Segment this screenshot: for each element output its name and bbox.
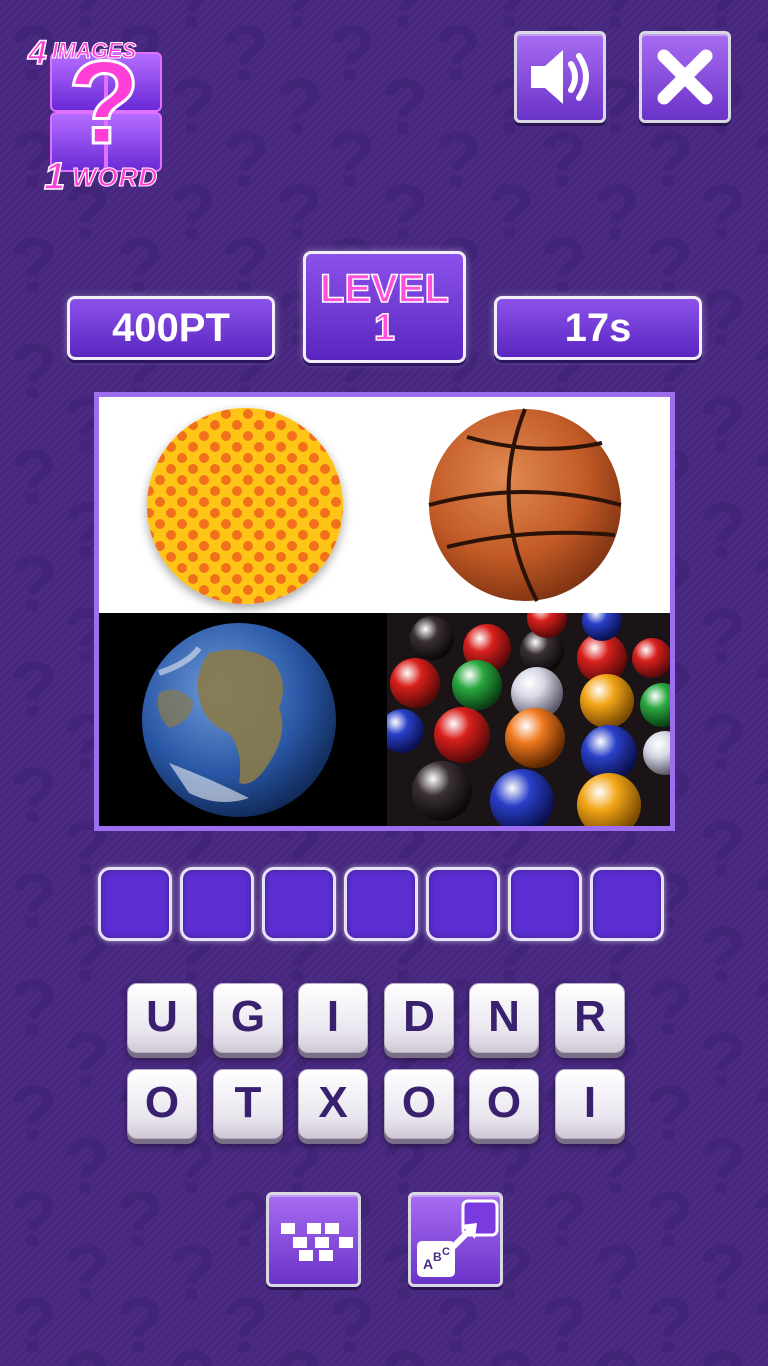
letter-swap-button[interactable]: A B C: [408, 1192, 503, 1287]
close-button[interactable]: [639, 31, 731, 123]
reveal-letters-icon: [281, 1223, 353, 1261]
svg-text:A: A: [423, 1256, 433, 1272]
letter-key[interactable]: D: [384, 983, 454, 1053]
letter-key[interactable]: O: [127, 1069, 197, 1139]
letter-key[interactable]: U: [127, 983, 197, 1053]
svg-text:B: B: [433, 1250, 442, 1264]
level-display: LEVEL 1: [303, 251, 466, 363]
score-display: 400PT: [67, 296, 275, 360]
answer-slot[interactable]: [262, 867, 336, 941]
puzzle-image-frame: [94, 392, 675, 831]
letter-key[interactable]: G: [213, 983, 283, 1053]
answer-slot[interactable]: [426, 867, 500, 941]
marbles-image: [387, 613, 670, 826]
reveal-letters-button[interactable]: [266, 1192, 361, 1287]
letter-key[interactable]: O: [384, 1069, 454, 1139]
abc-swap-icon: A B C: [417, 1199, 499, 1277]
letter-key[interactable]: T: [213, 1069, 283, 1139]
logo-images-text: IMAGES: [52, 38, 137, 64]
earth-image: [99, 613, 387, 826]
letter-key[interactable]: N: [469, 983, 539, 1053]
letter-key[interactable]: I: [298, 983, 368, 1053]
letter-key[interactable]: O: [469, 1069, 539, 1139]
answer-slot[interactable]: [180, 867, 254, 941]
letter-key[interactable]: R: [555, 983, 625, 1053]
svg-text:C: C: [442, 1246, 450, 1258]
speaker-icon: [531, 50, 589, 104]
logo-one: 1: [43, 155, 66, 199]
timer-display: 17s: [494, 296, 702, 360]
close-icon: [657, 49, 713, 105]
level-label: LEVEL: [319, 267, 449, 311]
letter-key[interactable]: I: [555, 1069, 625, 1139]
answer-slot[interactable]: [344, 867, 418, 941]
level-number: 1: [373, 307, 396, 349]
logo-word-text: WORD: [71, 162, 159, 193]
answer-slot[interactable]: [98, 867, 172, 941]
logo-four: 4: [27, 33, 47, 73]
basketball-image: [387, 397, 670, 613]
polka-dot-circle-image: [99, 397, 387, 613]
letter-key[interactable]: X: [298, 1069, 368, 1139]
answer-slot[interactable]: [508, 867, 582, 941]
sound-button[interactable]: [514, 31, 606, 123]
game-logo: ? 4 IMAGES 1 WORD: [27, 33, 173, 199]
answer-slot[interactable]: [590, 867, 664, 941]
